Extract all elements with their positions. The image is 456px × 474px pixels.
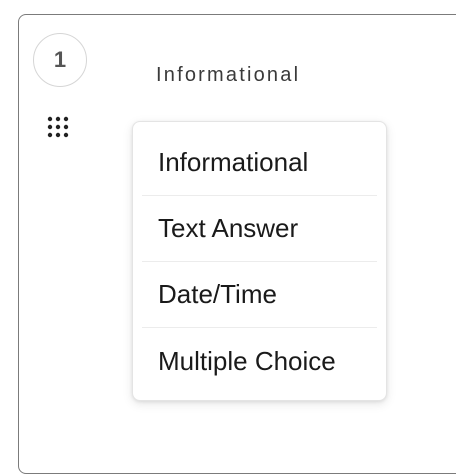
menu-item-multiple-choice[interactable]: Multiple Choice (142, 328, 377, 394)
menu-item-informational[interactable]: Informational (142, 130, 377, 196)
question-type-dropdown: Informational Text Answer Date/Time Mult… (132, 121, 387, 401)
menu-item-text-answer[interactable]: Text Answer (142, 196, 377, 262)
step-number-badge: 1 (33, 33, 87, 87)
grid-dots-icon[interactable] (46, 115, 74, 143)
question-type-selector[interactable]: Informational (156, 64, 300, 87)
menu-item-date-time[interactable]: Date/Time (142, 262, 377, 328)
step-number-text: 1 (53, 47, 67, 72)
